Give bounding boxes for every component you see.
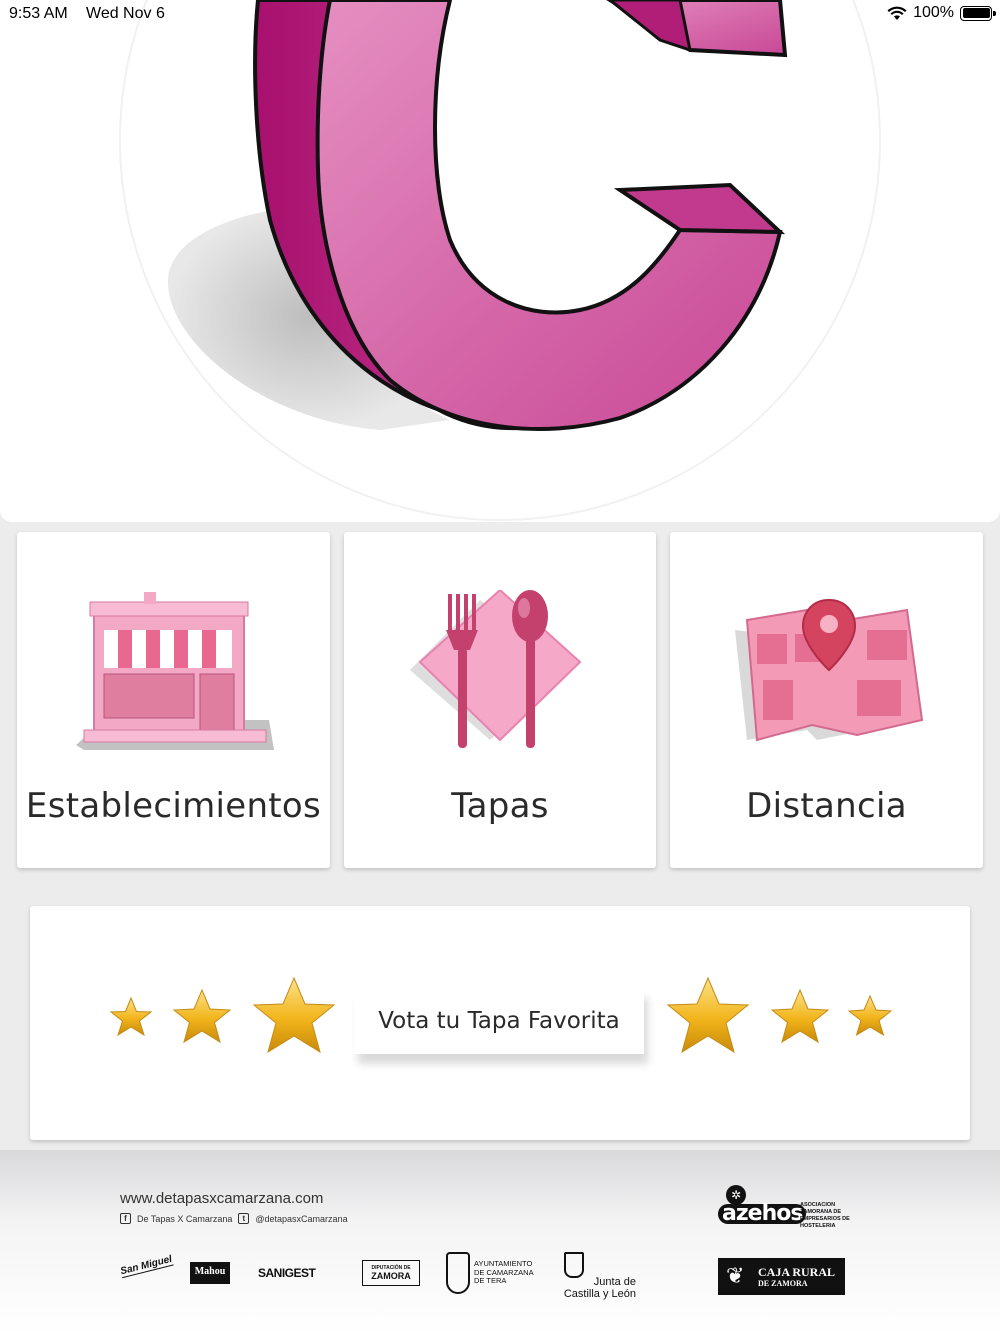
crest-icon	[564, 1252, 584, 1278]
website-link[interactable]: www.detapasxcamarzana.com	[120, 1190, 323, 1207]
status-date: Wed Nov 6	[86, 5, 165, 22]
sponsor-sanmiguel-logo: San Miguel	[119, 1253, 174, 1279]
map-pin-icon	[734, 598, 923, 742]
sponsor-mahou-logo: Mahou	[190, 1262, 230, 1284]
star-icon	[847, 994, 893, 1037]
status-bar: 9:53 AM Wed Nov 6 100%	[0, 0, 1000, 28]
caja-rural-subtitle: DE ZAMORA	[758, 1279, 808, 1288]
wifi-icon	[887, 6, 907, 20]
status-right: 100%	[887, 4, 996, 22]
azehos-logo: ✲ azehos ASOCIACION ZAMORANA DE EMPRESAR…	[718, 1182, 858, 1230]
shield-icon	[446, 1252, 470, 1294]
menu-label-establecimientos: Establecimientos	[25, 786, 322, 826]
footer-sponsors: www.detapasxcamarzana.com f De Tapas X C…	[0, 1150, 1000, 1334]
caja-rural-title: CAJA RURAL	[758, 1265, 836, 1279]
battery-icon	[960, 5, 996, 21]
sponsor-diputacion-zamora-logo: DIPUTACIÓN DE ZAMORA	[362, 1260, 420, 1286]
diputacion-big-text: ZAMORA	[371, 1271, 411, 1281]
vote-label-box: Vota tu Tapa Favorita	[354, 988, 644, 1054]
azehos-description: ASOCIACION ZAMORANA DE EMPRESARIOS DE HO…	[800, 1202, 850, 1229]
menu-label-tapas: Tapas	[451, 786, 549, 826]
battery-percent: 100%	[913, 4, 954, 21]
fork-spoon-icon	[410, 590, 582, 748]
vote-label: Vota tu Tapa Favorita	[378, 1008, 620, 1034]
junta-text: Junta de Castilla y León	[563, 1276, 636, 1300]
vote-favorite-banner[interactable]: Vota tu Tapa Favorita	[30, 906, 970, 1140]
wheat-icon: ❦	[726, 1263, 745, 1288]
camarzana-text: AYUNTAMIENTO DE CAMARZANA DE TERA	[474, 1259, 534, 1285]
status-time: 9:53 AM	[9, 5, 68, 22]
sponsor-sanigest-logo: SANIGEST	[258, 1266, 316, 1280]
azehos-wordmark: azehos	[718, 1203, 807, 1225]
sponsor-junta-logo: Junta de Castilla y León	[556, 1250, 646, 1300]
sponsor-caja-rural-logo: ❦ CAJA RURAL DE ZAMORA	[718, 1258, 845, 1295]
menu-label-distancia: Distancia	[746, 786, 907, 826]
facebook-icon: f	[120, 1213, 131, 1224]
menu-card-distancia[interactable]: Distancia	[670, 532, 983, 868]
twitter-link[interactable]: @detapasxCamarzana	[255, 1214, 347, 1224]
star-icon	[172, 988, 232, 1044]
menu-card-establecimientos[interactable]: Establecimientos	[17, 532, 330, 868]
social-links: f De Tapas X Camarzana t @detapasxCamarz…	[120, 1213, 348, 1224]
star-icon	[666, 976, 750, 1054]
twitter-icon: t	[238, 1213, 250, 1224]
star-group-left-icon	[109, 976, 336, 1054]
facebook-link[interactable]: De Tapas X Camarzana	[137, 1214, 232, 1224]
star-icon	[109, 996, 153, 1037]
storefront-icon	[75, 592, 274, 750]
hero-banner	[0, 0, 1000, 522]
menu-card-tapas[interactable]: Tapas	[344, 532, 656, 868]
sponsor-camarzana-logo: AYUNTAMIENTO DE CAMARZANA DE TERA	[446, 1250, 536, 1298]
star-group-right-icon	[666, 976, 893, 1054]
star-icon	[252, 976, 336, 1054]
star-icon	[770, 988, 830, 1044]
c-logo-icon	[119, 0, 881, 521]
